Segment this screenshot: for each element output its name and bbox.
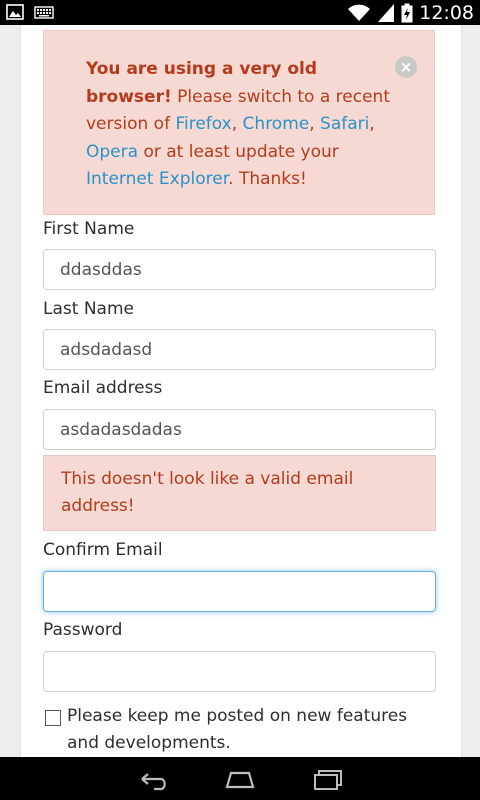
close-icon[interactable]: × <box>395 56 417 78</box>
clock: 12:08 <box>419 1 474 24</box>
signal-icon <box>378 3 395 22</box>
newsletter-checkbox[interactable] <box>45 710 61 726</box>
password-label: Password <box>43 620 123 640</box>
alert-separator: , <box>369 114 375 134</box>
first-name-input[interactable] <box>43 249 436 290</box>
home-icon[interactable] <box>220 765 260 793</box>
old-browser-alert: You are using a very old browser! Please… <box>43 30 435 215</box>
last-name-input[interactable] <box>43 329 436 370</box>
status-bar: 12:08 <box>0 0 480 25</box>
email-label: Email address <box>43 378 163 398</box>
password-input[interactable] <box>43 651 436 692</box>
alert-text-part: or at least update your <box>138 141 339 162</box>
back-icon[interactable] <box>134 765 174 793</box>
first-name-label: First Name <box>43 219 135 239</box>
recent-apps-icon[interactable] <box>308 765 348 793</box>
link-firefox[interactable]: Firefox <box>175 114 231 134</box>
picture-icon <box>6 4 24 20</box>
last-name-label: Last Name <box>43 299 134 319</box>
confirm-email-input[interactable] <box>43 571 436 612</box>
keyboard-icon <box>34 6 54 19</box>
navigation-bar <box>0 757 480 800</box>
notification-icons <box>6 4 54 20</box>
link-chrome[interactable]: Chrome <box>243 114 310 134</box>
link-internet-explorer[interactable]: Internet Explorer <box>86 169 228 189</box>
confirm-email-label: Confirm Email <box>43 540 163 560</box>
alert-message: You are using a very old browser! Please… <box>86 56 391 194</box>
system-icons: 12:08 <box>347 0 474 25</box>
email-error-message: This doesn't look like a valid email add… <box>43 455 436 531</box>
alert-text-part: . Thanks! <box>228 169 307 189</box>
alert-separator: , <box>231 114 243 134</box>
wifi-icon <box>348 4 371 21</box>
link-safari[interactable]: Safari <box>320 114 369 134</box>
email-input[interactable] <box>43 409 436 450</box>
link-opera[interactable]: Opera <box>86 142 138 162</box>
newsletter-label[interactable]: Please keep me posted on new features an… <box>67 703 427 757</box>
battery-charging-icon <box>401 3 413 22</box>
alert-separator: , <box>309 114 321 134</box>
